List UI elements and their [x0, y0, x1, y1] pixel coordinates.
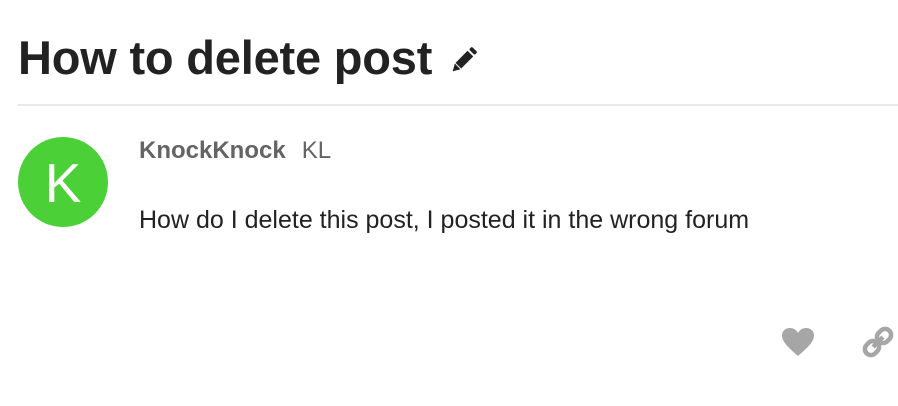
username-link[interactable]: KnockKnock	[139, 137, 286, 165]
topic-title: How to delete post	[18, 31, 433, 84]
link-icon[interactable]	[858, 322, 898, 362]
topic-header: How to delete post	[18, 30, 482, 86]
post-body: How do I delete this post, I posted it i…	[139, 206, 750, 234]
heart-icon[interactable]	[778, 322, 818, 362]
avatar[interactable]: K	[18, 137, 108, 227]
pencil-icon[interactable]	[446, 42, 482, 78]
post-meta: KnockKnock KL	[139, 137, 331, 165]
title-divider	[18, 104, 898, 106]
avatar-letter: K	[44, 151, 82, 214]
post-actions	[778, 322, 898, 362]
user-full-name: KL	[301, 137, 332, 164]
